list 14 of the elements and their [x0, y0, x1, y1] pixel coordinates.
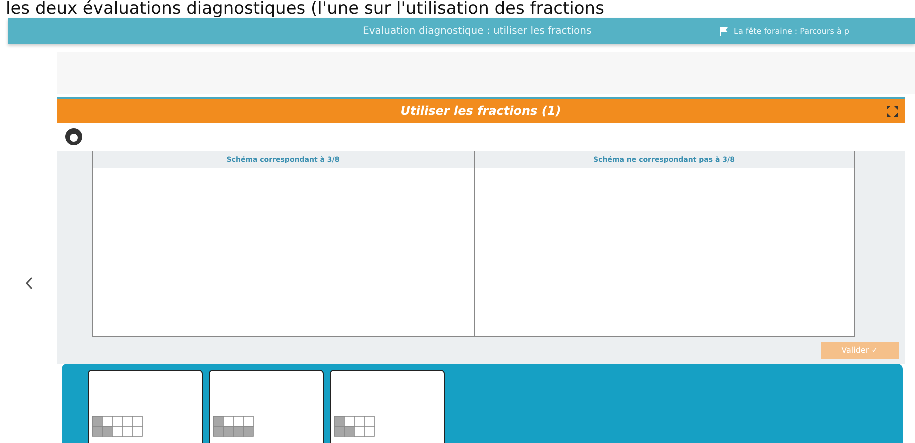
fraction-card[interactable] — [88, 370, 203, 443]
fraction-card[interactable] — [209, 370, 324, 443]
fullscreen-icon[interactable] — [886, 104, 899, 118]
fraction-grid-drawing — [92, 416, 143, 437]
fraction-grid-drawing — [213, 416, 254, 437]
fraction-card[interactable] — [330, 370, 445, 443]
header-title: Evaluation diagnostique : utiliser les fractions — [363, 26, 592, 36]
previous-icon[interactable] — [24, 277, 32, 290]
avatar-icon[interactable] — [65, 128, 83, 146]
flag-icon — [720, 26, 728, 36]
caption-text: les deux évaluations diagnostiques (l'une sur l'utilisation des fractions — [5, 0, 606, 18]
activity-title: Utiliser les fractions (1) — [400, 104, 562, 118]
fraction-grid-drawing — [334, 416, 375, 437]
breadcrumb-link[interactable]: La fête foraine : Parcours à p — [734, 26, 850, 36]
